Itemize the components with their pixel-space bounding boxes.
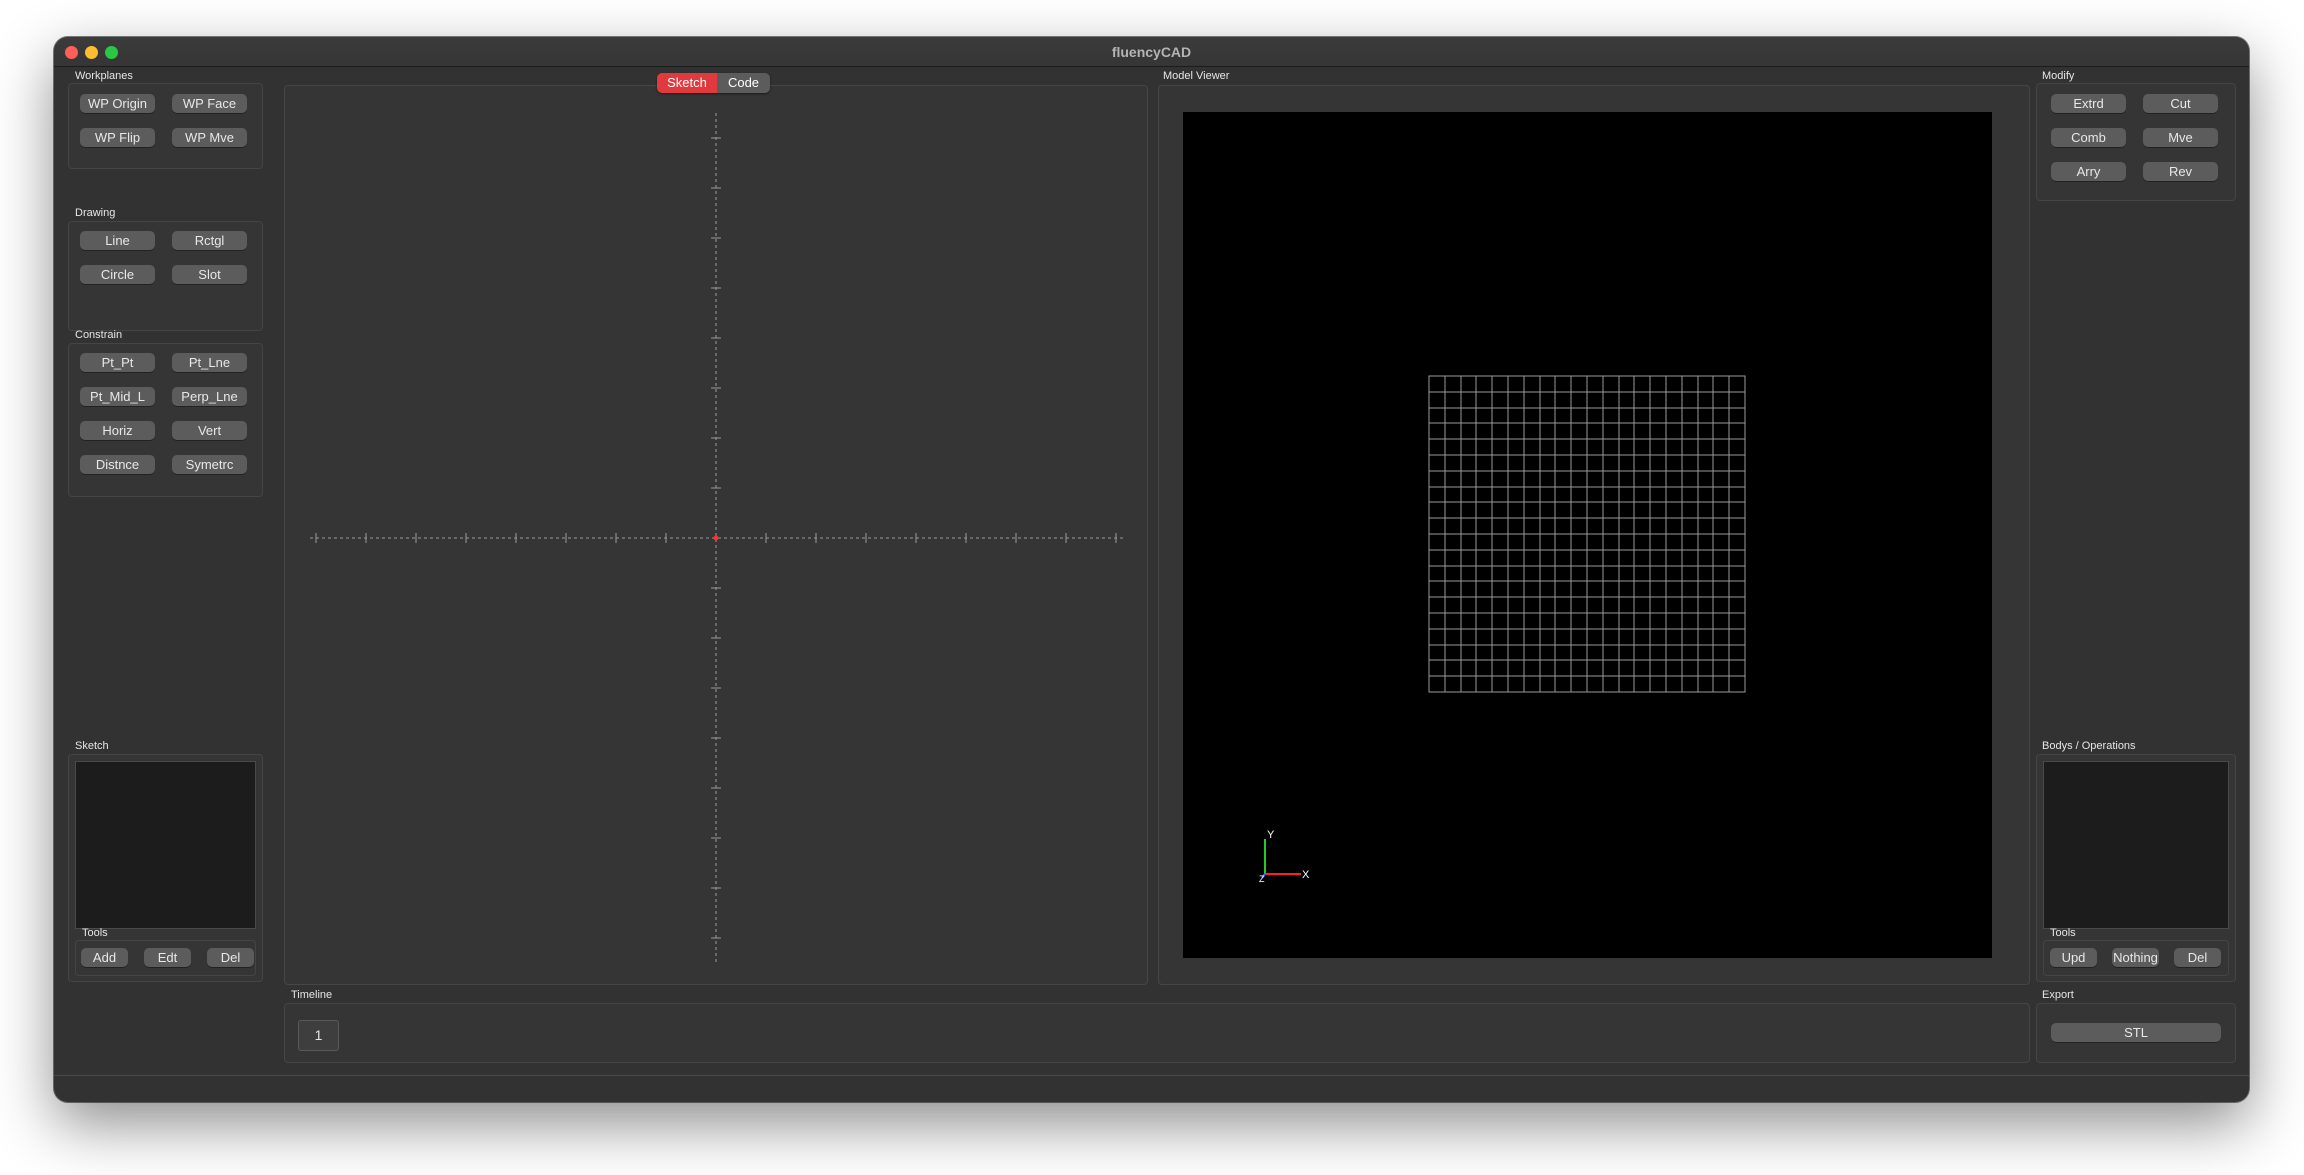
sketch-group: Tools Add Edt Del xyxy=(68,754,263,982)
workplanes-label: Workplanes xyxy=(75,70,133,82)
status-bar-divider xyxy=(54,1075,2249,1076)
sketch-tools-label: Tools xyxy=(82,927,108,939)
window-title: fluencyCAD xyxy=(1111,44,1192,60)
ground-grid xyxy=(1428,375,1746,693)
vertical-button[interactable]: Vert xyxy=(172,421,247,440)
wp-flip-button[interactable]: WP Flip xyxy=(80,128,155,147)
sketch-origin-point[interactable] xyxy=(713,535,719,541)
sketch-tools-group: Add Edt Del xyxy=(75,940,256,976)
update-button[interactable]: Upd xyxy=(2050,948,2097,967)
wp-origin-button[interactable]: WP Origin xyxy=(80,94,155,113)
array-button[interactable]: Arry xyxy=(2051,162,2126,181)
nothing-button[interactable]: Nothing xyxy=(2112,948,2159,967)
drawing-label: Drawing xyxy=(75,207,116,219)
sketch-list[interactable] xyxy=(75,761,256,929)
horizontal-button[interactable]: Horiz xyxy=(80,421,155,440)
sketch-canvas[interactable] xyxy=(285,86,1147,984)
wp-face-button[interactable]: WP Face xyxy=(172,94,247,113)
extrude-button[interactable]: Extrd xyxy=(2051,94,2126,113)
app-window: fluencyCAD Workplanes WP Origin WP Face … xyxy=(54,37,2249,1102)
timeline-step[interactable]: 1 xyxy=(298,1020,339,1051)
axis-z-label: Z xyxy=(1259,874,1265,884)
tab-sketch[interactable]: Sketch xyxy=(657,73,717,93)
timeline-label: Timeline xyxy=(291,989,333,1001)
symmetric-button[interactable]: Symetrc xyxy=(172,455,247,474)
title-bar: fluencyCAD xyxy=(54,37,2249,67)
pt-midline-button[interactable]: Pt_Mid_L xyxy=(80,387,155,406)
modify-group: Extrd Cut Comb Mve Arry Rev xyxy=(2036,83,2236,201)
workplanes-group: WP Origin WP Face WP Flip WP Mve xyxy=(68,83,263,169)
drawing-group: Line Rctgl Circle Slot xyxy=(68,221,263,331)
axis-x-label: X xyxy=(1302,869,1310,881)
bodies-tools-group: Upd Nothing Del xyxy=(2043,940,2229,976)
modify-label: Modify xyxy=(2042,70,2075,82)
constrain-group: Pt_Pt Pt_Lne Pt_Mid_L Perp_Lne Horiz Ver… xyxy=(68,343,263,497)
axis-y-label: Y xyxy=(1267,829,1275,841)
timeline-bar xyxy=(284,1003,2030,1063)
cut-button[interactable]: Cut xyxy=(2143,94,2218,113)
circle-button[interactable]: Circle xyxy=(80,265,155,284)
rectangle-button[interactable]: Rctgl xyxy=(172,231,247,250)
model-viewport[interactable]: Y X Z xyxy=(1183,112,1992,958)
wp-move-button[interactable]: WP Mve xyxy=(172,128,247,147)
model-viewer-label: Model Viewer xyxy=(1163,70,1230,82)
constrain-label: Constrain xyxy=(75,329,123,341)
orientation-axes: Y X Z xyxy=(1259,829,1310,884)
sketch-edit-button[interactable]: Edt xyxy=(144,948,191,967)
export-stl-button[interactable]: STL xyxy=(2051,1023,2221,1042)
sketch-delete-button[interactable]: Del xyxy=(207,948,254,967)
pt-pt-button[interactable]: Pt_Pt xyxy=(80,353,155,372)
distance-button[interactable]: Distnce xyxy=(80,455,155,474)
sketch-pane xyxy=(284,85,1148,985)
combine-button[interactable]: Comb xyxy=(2051,128,2126,147)
tab-code[interactable]: Code xyxy=(717,73,770,93)
slot-button[interactable]: Slot xyxy=(172,265,247,284)
perpendicular-line-button[interactable]: Perp_Lne xyxy=(172,387,247,406)
sketch-label: Sketch xyxy=(75,740,109,752)
line-button[interactable]: Line xyxy=(80,231,155,250)
bodies-group: Tools Upd Nothing Del xyxy=(2036,754,2236,982)
bodies-label: Bodys / Operations xyxy=(2042,740,2136,752)
export-label: Export xyxy=(2042,989,2074,1001)
move-body-button[interactable]: Mve xyxy=(2143,128,2218,147)
view-mode-tabs: Sketch Code xyxy=(657,73,770,93)
export-group: STL xyxy=(2036,1003,2236,1063)
bodies-list[interactable] xyxy=(2043,761,2229,929)
body-delete-button[interactable]: Del xyxy=(2174,948,2221,967)
revolve-button[interactable]: Rev xyxy=(2143,162,2218,181)
pt-line-button[interactable]: Pt_Lne xyxy=(172,353,247,372)
bodies-tools-label: Tools xyxy=(2050,927,2076,939)
sketch-add-button[interactable]: Add xyxy=(81,948,128,967)
